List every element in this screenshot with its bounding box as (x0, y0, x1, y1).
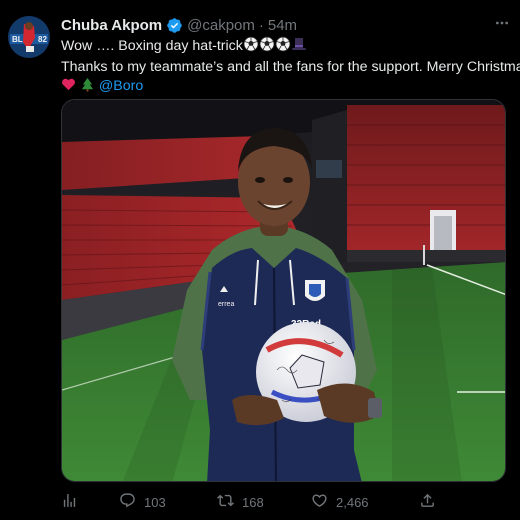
tweet-line-1-text: Wow …. Boxing day hat-trick (61, 38, 243, 54)
analytics-button[interactable] (61, 492, 78, 512)
tweet-line-3: @Boro (61, 77, 516, 98)
timestamp[interactable]: 54m (268, 17, 297, 34)
reply-button[interactable]: 103 (119, 492, 166, 512)
kit-brand-text: errea (218, 301, 234, 308)
soccer-ball-icon (243, 36, 259, 58)
avatar[interactable]: BL 82 (8, 16, 50, 58)
mention-link[interactable]: @Boro (99, 78, 143, 94)
handle[interactable]: @cakpom (187, 17, 255, 34)
soccer-ball-icon (259, 36, 275, 58)
soccer-ball-icon (275, 36, 291, 58)
red-heart-icon (61, 77, 76, 98)
tweet-line-2: Thanks to my teammate’s and all the fans… (61, 59, 520, 75)
action-bar: 103 168 2,466 (61, 492, 441, 512)
tweet-photo[interactable]: errea 32Red (61, 99, 506, 482)
top-hat-icon (291, 36, 307, 58)
christmas-tree-icon (80, 77, 95, 98)
tweet[interactable]: BL 82 Chuba Akpom @cakpom · 54m Wow …. B… (0, 0, 520, 520)
analytics-icon (61, 492, 78, 512)
tweet-line-1: Wow …. Boxing day hat-trick (61, 36, 516, 58)
reply-count: 103 (144, 494, 166, 510)
separator-dot: · (258, 16, 264, 34)
reply-icon (119, 492, 136, 512)
display-name[interactable]: Chuba Akpom (61, 17, 162, 34)
svg-text:82: 82 (38, 35, 47, 44)
share-icon (419, 492, 436, 512)
tweet-text: Wow …. Boxing day hat-trick Thanks to my… (61, 36, 520, 98)
like-count: 2,466 (336, 494, 369, 510)
share-button[interactable] (419, 492, 436, 512)
svg-text:BL: BL (12, 35, 23, 44)
more-icon[interactable] (494, 15, 510, 36)
retweet-button[interactable]: 168 (217, 492, 264, 512)
retweet-icon (217, 492, 234, 512)
like-button[interactable]: 2,466 (311, 492, 369, 512)
like-icon (311, 492, 328, 512)
tweet-header: Chuba Akpom @cakpom · 54m (61, 15, 510, 35)
retweet-count: 168 (242, 494, 264, 510)
verified-icon (166, 17, 183, 34)
